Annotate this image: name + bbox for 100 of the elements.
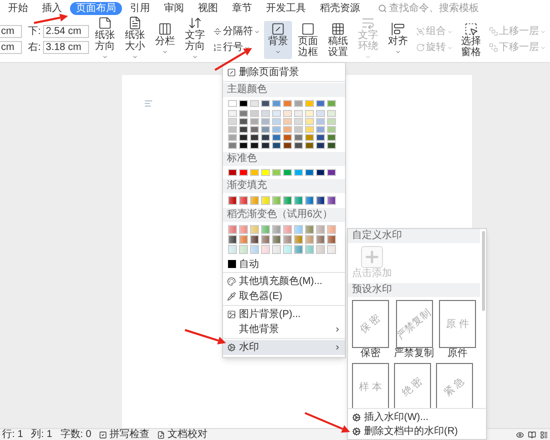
color-swatch[interactable]	[261, 110, 270, 117]
eye-icon[interactable]	[516, 430, 524, 438]
color-swatch[interactable]	[294, 225, 303, 234]
menu-item[interactable]: 删除文档中的水印(R)	[348, 424, 486, 438]
color-swatch[interactable]	[327, 196, 336, 205]
color-swatch[interactable]	[283, 169, 292, 176]
menu-item[interactable]: 水印	[223, 340, 345, 355]
menu-item[interactable]: 图片背景(P)...	[223, 307, 345, 322]
color-swatch[interactable]	[250, 134, 259, 141]
color-swatch[interactable]	[261, 118, 270, 125]
color-swatch[interactable]	[305, 169, 314, 176]
color-swatch[interactable]	[316, 118, 325, 125]
color-swatch[interactable]	[294, 196, 303, 205]
ribbon-button[interactable]: 分隔符	[212, 26, 260, 38]
ribbon-button[interactable]: 文字方向	[180, 15, 209, 64]
color-swatch[interactable]	[250, 169, 259, 176]
color-swatch[interactable]	[228, 169, 237, 176]
color-swatch[interactable]	[327, 169, 336, 176]
color-swatch[interactable]	[316, 142, 325, 149]
menu-item[interactable]: 自动	[223, 257, 345, 271]
color-swatch[interactable]	[272, 225, 281, 234]
color-swatch[interactable]	[272, 235, 281, 244]
color-swatch[interactable]	[261, 126, 270, 133]
ribbon-button[interactable]: 稿纸设置	[324, 20, 352, 58]
color-swatch[interactable]	[294, 134, 303, 141]
color-swatch[interactable]	[327, 225, 336, 234]
color-swatch[interactable]	[261, 142, 270, 149]
menu-item[interactable]: 其他填充颜色(M)...	[223, 274, 345, 289]
color-swatch[interactable]	[272, 245, 281, 254]
color-swatch[interactable]	[283, 196, 292, 205]
color-swatch[interactable]	[250, 126, 259, 133]
scrollbar[interactable]	[482, 231, 485, 311]
color-swatch[interactable]	[261, 245, 270, 254]
ribbon-button[interactable]: 纸张大小	[120, 15, 149, 64]
ribbon-button[interactable]: 纸张方向	[90, 15, 119, 64]
margin-field[interactable]: 2.54 cm	[42, 25, 89, 38]
ribbon-tab[interactable]: 引用	[124, 2, 156, 15]
ribbon-tab[interactable]: 审阅	[158, 2, 190, 15]
color-swatch[interactable]	[228, 134, 237, 141]
color-swatch[interactable]	[316, 225, 325, 234]
menu-item[interactable]: 取色器(E)	[223, 289, 345, 304]
color-swatch[interactable]	[239, 110, 248, 117]
color-swatch[interactable]	[305, 196, 314, 205]
color-swatch[interactable]	[294, 118, 303, 125]
list-layout-icon[interactable]	[540, 430, 548, 438]
color-swatch[interactable]	[228, 196, 237, 205]
status-toggle[interactable]: 文档校对	[157, 429, 208, 440]
color-swatch[interactable]	[305, 100, 314, 107]
ribbon-tab[interactable]: 插入	[36, 2, 68, 15]
color-swatch[interactable]	[261, 196, 270, 205]
book-icon[interactable]	[528, 430, 536, 438]
margin-field[interactable]: cm	[0, 41, 22, 54]
color-swatch[interactable]	[283, 235, 292, 244]
color-swatch[interactable]	[305, 110, 314, 117]
color-swatch[interactable]	[261, 100, 270, 107]
color-swatch[interactable]	[239, 142, 248, 149]
color-swatch[interactable]	[272, 142, 281, 149]
color-swatch[interactable]	[305, 225, 314, 234]
color-swatch[interactable]	[316, 110, 325, 117]
color-swatch[interactable]	[239, 169, 248, 176]
color-swatch[interactable]	[239, 235, 248, 244]
color-swatch[interactable]	[228, 245, 237, 254]
color-swatch[interactable]	[261, 169, 270, 176]
color-swatch[interactable]	[294, 110, 303, 117]
color-swatch[interactable]	[327, 110, 336, 117]
color-swatch[interactable]	[272, 118, 281, 125]
ribbon-button[interactable]: 对齐	[384, 20, 412, 58]
color-swatch[interactable]	[239, 118, 248, 125]
color-swatch[interactable]	[294, 126, 303, 133]
color-swatch[interactable]	[283, 100, 292, 107]
color-swatch[interactable]	[272, 196, 281, 205]
ribbon-tab[interactable]: 章节	[226, 2, 258, 15]
color-swatch[interactable]	[294, 245, 303, 254]
color-swatch[interactable]	[261, 134, 270, 141]
color-swatch[interactable]	[239, 126, 248, 133]
color-swatch[interactable]	[294, 142, 303, 149]
color-swatch[interactable]	[250, 196, 259, 205]
color-swatch[interactable]	[272, 126, 281, 133]
color-swatch[interactable]	[283, 142, 292, 149]
color-swatch[interactable]	[250, 245, 259, 254]
margin-field[interactable]: 3.18 cm	[42, 41, 89, 54]
ribbon-tab[interactable]: 开发工具	[260, 2, 312, 15]
color-swatch[interactable]	[316, 245, 325, 254]
color-swatch[interactable]	[250, 100, 259, 107]
ribbon-button[interactable]: 行号	[212, 42, 260, 54]
color-swatch[interactable]	[272, 169, 281, 176]
color-swatch[interactable]	[316, 169, 325, 176]
color-swatch[interactable]	[294, 100, 303, 107]
color-swatch[interactable]	[228, 126, 237, 133]
color-swatch[interactable]	[327, 134, 336, 141]
color-swatch[interactable]	[228, 118, 237, 125]
color-swatch[interactable]	[327, 118, 336, 125]
color-swatch[interactable]	[283, 245, 292, 254]
color-swatch[interactable]	[327, 142, 336, 149]
ribbon-button[interactable]: 分栏	[150, 20, 179, 58]
color-swatch[interactable]	[305, 126, 314, 133]
color-swatch[interactable]	[272, 100, 281, 107]
color-swatch[interactable]	[283, 126, 292, 133]
ribbon-tab[interactable]: 开始	[2, 2, 34, 15]
color-swatch[interactable]	[239, 225, 248, 234]
